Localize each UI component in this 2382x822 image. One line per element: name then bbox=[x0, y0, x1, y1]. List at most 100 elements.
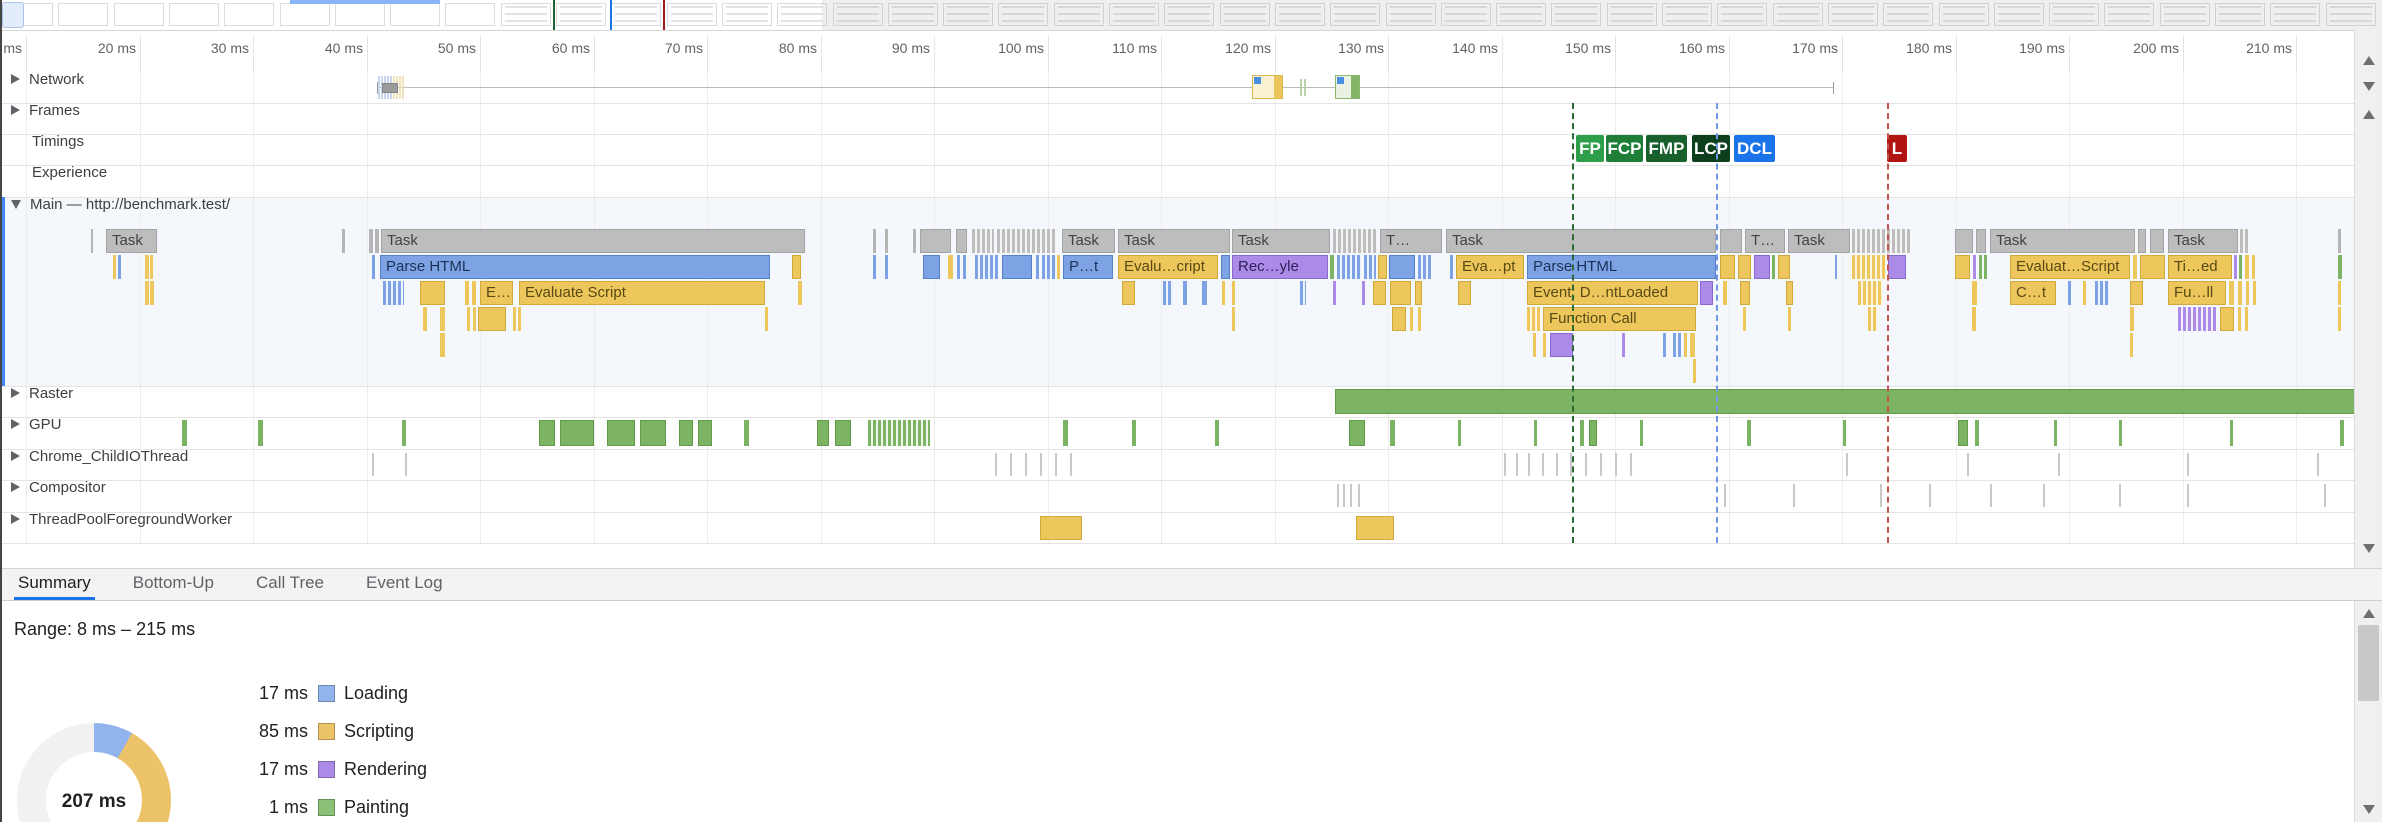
main-flame-chart-bar[interactable] bbox=[465, 281, 469, 305]
main-flame-chart-bar[interactable] bbox=[145, 255, 149, 279]
filmstrip-frame[interactable] bbox=[556, 3, 606, 26]
track-label-gpu[interactable]: GPU bbox=[8, 414, 62, 434]
io-thread-track-content-bar[interactable] bbox=[1025, 453, 1027, 476]
main-flame-chart-bar[interactable] bbox=[1888, 255, 1906, 279]
main-flame-chart-bar[interactable]: Task bbox=[2168, 229, 2238, 253]
track-label-timings[interactable]: Timings bbox=[8, 131, 84, 151]
summary-vertical-scrollbar[interactable] bbox=[2354, 601, 2382, 822]
filmstrip-frame[interactable] bbox=[169, 3, 219, 26]
io-thread-track-content-bar[interactable] bbox=[1504, 453, 1506, 476]
compositor-track-content-bar[interactable] bbox=[2119, 484, 2121, 507]
main-flame-chart-bar[interactable] bbox=[2133, 255, 2137, 279]
main-flame-chart-bar[interactable] bbox=[798, 281, 802, 305]
threadpool-track-content-bar[interactable] bbox=[1356, 516, 1394, 540]
compositor-track-content[interactable] bbox=[0, 480, 2382, 512]
main-flame-chart-bar[interactable] bbox=[1373, 281, 1386, 305]
filmstrip-frame[interactable] bbox=[58, 3, 108, 26]
gpu-track-content-bar[interactable] bbox=[1215, 420, 1219, 446]
main-flame-chart-bar[interactable] bbox=[1738, 255, 1751, 279]
io-thread-track-content-bar[interactable] bbox=[995, 453, 997, 476]
main-flame-chart-bar[interactable] bbox=[150, 281, 154, 305]
filmstrip-frame[interactable] bbox=[224, 3, 274, 26]
main-flame-chart-bar[interactable] bbox=[2240, 229, 2248, 253]
main-flame-chart-bar[interactable] bbox=[2252, 255, 2255, 279]
main-flame-chart-bar[interactable] bbox=[873, 255, 876, 279]
main-flame-chart-bar[interactable] bbox=[472, 281, 476, 305]
main-flame-chart-bar[interactable] bbox=[997, 229, 1057, 253]
main-flame-chart-bar[interactable] bbox=[118, 255, 121, 279]
main-flame-chart-bar[interactable] bbox=[1333, 281, 1336, 305]
gpu-track-content-bar[interactable] bbox=[2230, 420, 2233, 446]
main-flame-chart-bar[interactable] bbox=[2253, 281, 2256, 305]
main-flame-chart-bar[interactable]: C…t bbox=[2010, 281, 2056, 305]
gpu-track-content-bar[interactable] bbox=[1958, 420, 1968, 446]
gpu-track-content-bar[interactable] bbox=[1589, 420, 1597, 446]
main-flame-chart-bar[interactable] bbox=[2068, 281, 2071, 305]
gpu-track-content-bar[interactable] bbox=[1580, 420, 1584, 446]
main-flame-chart-bar[interactable] bbox=[1232, 307, 1235, 331]
threadpool-track-content-bar[interactable] bbox=[1040, 516, 1082, 540]
main-flame-chart-bar[interactable] bbox=[2238, 307, 2241, 331]
main-flame-chart-bar[interactable] bbox=[1364, 255, 1376, 279]
main-flame-chart-bar[interactable] bbox=[1976, 229, 1986, 253]
main-flame-chart-bar[interactable] bbox=[1163, 281, 1173, 305]
raster-track-content-bar[interactable] bbox=[1335, 389, 2382, 414]
main-flame-chart-bar[interactable] bbox=[1337, 255, 1361, 279]
main-flame-chart-bar[interactable] bbox=[467, 307, 470, 331]
gpu-track-content-bar[interactable] bbox=[2119, 420, 2122, 446]
main-flame-chart-bar[interactable] bbox=[885, 255, 888, 279]
main-flame-chart-bar[interactable] bbox=[1458, 281, 1471, 305]
main-flame-chart-bar[interactable]: T… bbox=[1380, 229, 1442, 253]
main-flame-chart-bar[interactable] bbox=[948, 255, 953, 279]
main-flame-chart-bar[interactable] bbox=[1955, 229, 1973, 253]
main-flame-chart-bar[interactable] bbox=[1362, 281, 1365, 305]
main-flame-chart-bar[interactable] bbox=[478, 307, 506, 331]
expand-arrow-icon[interactable] bbox=[11, 388, 20, 398]
main-flame-chart-bar[interactable] bbox=[1002, 255, 1032, 279]
compositor-track-content-bar[interactable] bbox=[2187, 484, 2189, 507]
timing-badge-lcp[interactable]: LCP bbox=[1692, 135, 1730, 162]
main-flame-chart-bar[interactable]: Event: D…ntLoaded bbox=[1527, 281, 1698, 305]
track-label-raster[interactable]: Raster bbox=[8, 383, 73, 403]
filmstrip-frame[interactable] bbox=[445, 3, 495, 26]
main-flame-chart-bar[interactable] bbox=[420, 281, 445, 305]
main-flame-chart-bar[interactable]: Parse HTML bbox=[380, 255, 770, 279]
main-flame-chart-bar[interactable] bbox=[1858, 281, 1883, 305]
io-thread-track-content-bar[interactable] bbox=[2187, 453, 2189, 476]
main-flame-chart-bar[interactable] bbox=[1390, 281, 1411, 305]
gpu-track-content-bar[interactable] bbox=[258, 420, 263, 446]
main-flame-chart-bar[interactable] bbox=[1700, 281, 1713, 305]
main-flame-chart-bar[interactable] bbox=[963, 255, 966, 279]
io-thread-track-content-bar[interactable] bbox=[1600, 453, 1602, 476]
main-flame-chart-bar[interactable] bbox=[1693, 359, 1696, 383]
main-flame-chart-bar[interactable] bbox=[1868, 307, 1877, 331]
main-flame-chart-bar[interactable] bbox=[2130, 307, 2134, 331]
tab-summary[interactable]: Summary bbox=[14, 569, 95, 600]
filmstrip-frame[interactable] bbox=[722, 3, 772, 26]
main-flame-chart-bar[interactable] bbox=[1533, 333, 1536, 357]
track-label-io[interactable]: Chrome_ChildIOThread bbox=[8, 446, 188, 466]
main-flame-chart-bar[interactable] bbox=[1663, 333, 1666, 357]
main-flame-chart-bar[interactable]: Task bbox=[381, 229, 805, 253]
main-flame-chart-bar[interactable] bbox=[1550, 333, 1573, 357]
main-flame-chart-bar[interactable] bbox=[1202, 281, 1207, 305]
main-flame-chart-bar[interactable] bbox=[1772, 255, 1775, 279]
main-flame-chart-bar[interactable] bbox=[91, 229, 93, 253]
main-flame-chart-bar[interactable] bbox=[1684, 333, 1687, 357]
gpu-track-content-bar[interactable] bbox=[182, 420, 187, 446]
network-track-content[interactable] bbox=[0, 72, 2382, 103]
main-flame-chart-bar[interactable]: Function Call bbox=[1543, 307, 1696, 331]
main-flame-chart-bar[interactable] bbox=[2095, 281, 2109, 305]
main-flame-chart-bar[interactable] bbox=[1852, 229, 1910, 253]
timeline-overview-minimap[interactable] bbox=[0, 0, 2382, 31]
filmstrip-frame[interactable] bbox=[280, 3, 330, 26]
filmstrip-frame[interactable] bbox=[611, 3, 661, 26]
timing-badge-dcl[interactable]: DCL bbox=[1734, 135, 1775, 162]
gpu-track-content[interactable] bbox=[0, 417, 2382, 449]
main-flame-chart-bar[interactable] bbox=[145, 281, 149, 305]
main-flame-chart-bar[interactable] bbox=[1673, 333, 1676, 357]
io-thread-track-content-bar[interactable] bbox=[1585, 453, 1587, 476]
io-thread-track-content[interactable] bbox=[0, 449, 2382, 480]
io-thread-track-content-bar[interactable] bbox=[1556, 453, 1558, 476]
io-thread-track-content-bar[interactable] bbox=[1615, 453, 1617, 476]
